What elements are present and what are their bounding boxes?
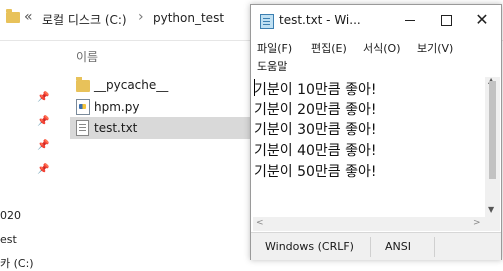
- file-row-pycache[interactable]: __pycache__: [70, 74, 250, 96]
- close-button[interactable]: ✕: [464, 5, 500, 35]
- status-divider: [370, 237, 371, 257]
- text-line: 기분이 50만큼 좋아!: [254, 164, 377, 180]
- file-name: hpm.py: [94, 100, 140, 114]
- text-line: 기분이 30만큼 좋아!: [254, 122, 377, 138]
- vertical-scroll-thumb[interactable]: [489, 81, 496, 179]
- text-caret: [254, 79, 255, 96]
- notepad-icon: [260, 14, 274, 29]
- scroll-down-icon[interactable]: ▼: [488, 205, 494, 214]
- menu-file[interactable]: 파일(F): [257, 40, 292, 56]
- scroll-right-icon[interactable]: >: [473, 218, 481, 228]
- vertical-scrollbar[interactable]: ▲ ▼: [485, 76, 500, 217]
- breadcrumb-overflow-chevron[interactable]: «: [24, 9, 33, 25]
- menu-format[interactable]: 서식(O): [363, 40, 400, 56]
- text-file-icon: [76, 120, 89, 136]
- file-name: __pycache__: [94, 78, 169, 92]
- python-file-icon: [76, 99, 90, 115]
- scroll-left-icon[interactable]: <: [256, 218, 264, 228]
- nav-item[interactable]: 020: [0, 209, 21, 222]
- breadcrumb-separator-icon: ›: [138, 9, 144, 25]
- menu-help[interactable]: 도움말: [257, 58, 287, 74]
- status-divider: [434, 237, 435, 257]
- horizontal-scrollbar[interactable]: < >: [253, 217, 485, 231]
- breadcrumb-local-disk[interactable]: 로컬 디스크 (C:): [42, 11, 127, 28]
- nav-item[interactable]: est: [0, 233, 17, 246]
- text-line: 기분이 20만큼 좋아!: [254, 102, 377, 118]
- text-line: 기분이 40만큼 좋아!: [254, 143, 377, 159]
- notepad-window: test.txt - Wi... ✕ 파일(F) 편집(E) 서식(O) 보기(…: [250, 4, 502, 260]
- pin-icon[interactable]: 📌: [37, 140, 49, 151]
- line-ending-status: Windows (CRLF): [265, 240, 354, 253]
- close-icon: ✕: [475, 10, 489, 29]
- text-line: 기분이 10만큼 좋아!: [254, 82, 377, 98]
- file-row-hpm-py[interactable]: hpm.py: [70, 96, 250, 118]
- minimize-icon: [405, 19, 415, 21]
- menu-bar: 파일(F) 편집(E) 서식(O) 보기(V) 도움말: [251, 36, 501, 76]
- encoding-status: ANSI: [385, 240, 411, 253]
- folder-icon: [6, 9, 20, 23]
- menu-view[interactable]: 보기(V): [417, 40, 453, 56]
- maximize-button[interactable]: [428, 5, 464, 35]
- file-row-test-txt[interactable]: test.txt: [70, 117, 250, 139]
- navigation-pane: 📌 📌 📌 📌 020 est 카 (C:): [0, 41, 68, 270]
- menu-edit[interactable]: 편집(E): [311, 40, 347, 56]
- pin-icon[interactable]: 📌: [37, 92, 49, 103]
- text-editor[interactable]: 기분이 10만큼 좋아! 기분이 20만큼 좋아! 기분이 30만큼 좋아! 기…: [253, 77, 485, 217]
- scrollbar-corner: [485, 217, 500, 231]
- minimize-button[interactable]: [392, 5, 428, 35]
- file-name: test.txt: [94, 121, 138, 135]
- column-header-name[interactable]: 이름: [76, 48, 98, 65]
- pin-icon[interactable]: 📌: [37, 164, 49, 175]
- nav-item[interactable]: 카 (C:): [0, 255, 34, 271]
- window-title: test.txt - Wi...: [279, 13, 361, 27]
- folder-icon: [76, 77, 90, 92]
- pin-icon[interactable]: 📌: [37, 116, 49, 127]
- status-bar: Windows (CRLF) ANSI: [251, 232, 501, 260]
- title-bar[interactable]: test.txt - Wi... ✕: [251, 5, 501, 35]
- breadcrumb-python-test[interactable]: python_test: [153, 11, 224, 25]
- maximize-icon: [440, 14, 452, 26]
